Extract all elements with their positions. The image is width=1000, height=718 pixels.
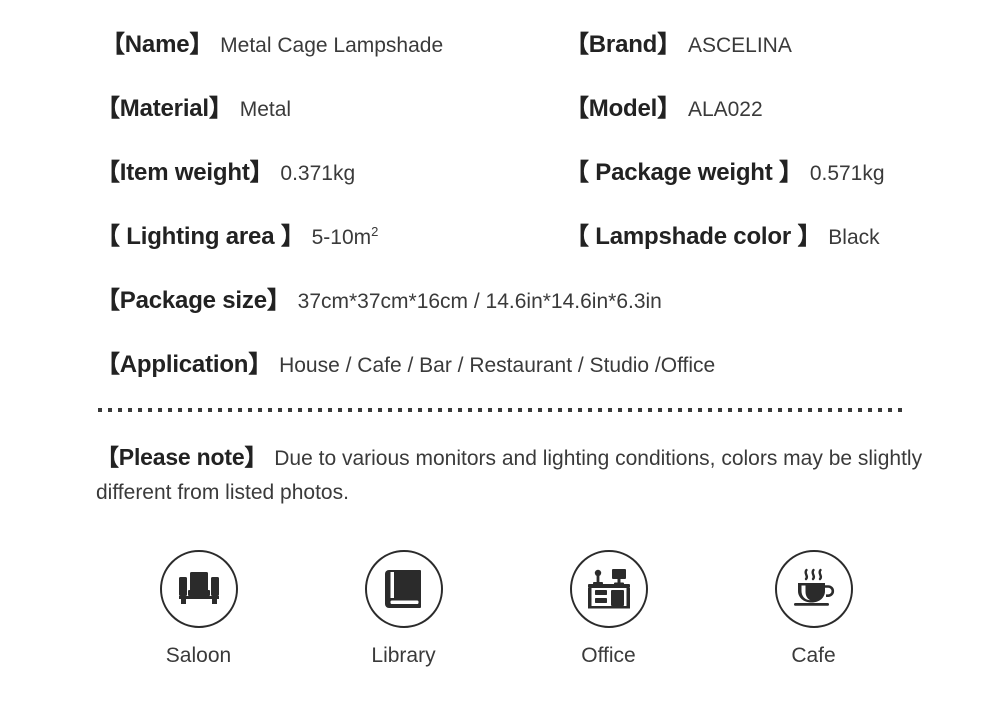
spec-item-lampshade-color: 【 Lampshade color 】 Black <box>565 216 916 251</box>
spec-value: Metal Cage Lampshade <box>220 34 444 57</box>
spec-value: ASCELINA <box>687 34 792 57</box>
badge-label: Office <box>581 644 636 667</box>
spec-item-name: 【Name】 Metal Cage Lampshade <box>96 24 565 59</box>
application-badges: Saloon Library Office Cafe <box>96 550 916 668</box>
spec-row: 【Application】 House / Cafe / Bar / Resta… <box>96 344 916 408</box>
product-spec-sheet: 【Name】 Metal Cage Lampshade 【Brand】 ASCE… <box>0 0 1000 718</box>
spec-value: 0.371kg <box>280 162 356 185</box>
spec-label: 【Name】 <box>101 31 214 58</box>
badge-circle <box>364 550 443 628</box>
book-icon <box>384 567 424 611</box>
square-meter-superscript: 2 <box>371 224 379 239</box>
spec-row: 【Name】 Metal Cage Lampshade 【Brand】 ASCE… <box>96 24 916 88</box>
spec-label: 【Material】 <box>96 95 233 122</box>
spec-label: 【 Package weight 】 <box>565 159 803 186</box>
spec-value: Metal <box>239 98 292 121</box>
desk-icon <box>586 567 632 611</box>
spec-item-model: 【Model】 ALA022 <box>565 88 916 123</box>
spec-item-lighting-area: 【 Lighting area 】 5-10m2 <box>96 216 565 251</box>
spec-row: 【 Lighting area 】 5-10m2 【 Lampshade col… <box>96 216 916 280</box>
badge-saloon: Saloon <box>96 550 301 668</box>
badge-label: Library <box>371 644 436 667</box>
spec-item-application: 【Application】 House / Cafe / Bar / Resta… <box>96 344 916 379</box>
spec-label: 【Model】 <box>565 95 681 122</box>
coffee-cup-icon <box>790 567 838 611</box>
please-note-label: 【Please note】 <box>96 444 268 470</box>
spec-item-brand: 【Brand】 ASCELINA <box>565 24 916 59</box>
spec-item-material: 【Material】 Metal <box>96 88 565 123</box>
spec-label: 【Application】 <box>96 351 273 378</box>
badge-office: Office <box>506 550 711 668</box>
spec-value: 37cm*37cm*16cm / 14.6in*14.6in*6.3in <box>297 290 662 313</box>
spec-value: 5-10m2 <box>311 224 379 249</box>
spec-value: ALA022 <box>687 98 763 121</box>
specification-grid: 【Name】 Metal Cage Lampshade 【Brand】 ASCE… <box>96 24 916 408</box>
spec-value: House / Cafe / Bar / Restaurant / Studio… <box>279 354 716 377</box>
spec-label: 【 Lighting area 】 <box>96 223 305 250</box>
badge-library: Library <box>301 550 506 668</box>
badge-label: Saloon <box>165 644 232 667</box>
badge-circle <box>159 550 238 628</box>
spec-row: 【Item weight】 0.371kg 【 Package weight 】… <box>96 152 916 216</box>
spec-value: 0.571kg <box>809 162 885 185</box>
spec-label: 【Item weight】 <box>96 159 274 186</box>
badge-label: Cafe <box>791 644 836 667</box>
badge-cafe: Cafe <box>711 550 916 668</box>
spec-row: 【Material】 Metal 【Model】 ALA022 <box>96 88 916 152</box>
spec-item-item-weight: 【Item weight】 0.371kg <box>96 152 565 187</box>
spec-item-package-size: 【Package size】 37cm*37cm*16cm / 14.6in*1… <box>96 280 916 315</box>
please-note-block: 【Please note】 Due to various monitors and… <box>96 440 926 510</box>
badge-circle <box>774 550 853 628</box>
spec-value: Black <box>828 226 880 249</box>
dotted-divider <box>98 408 908 412</box>
spec-label: 【Brand】 <box>565 31 681 58</box>
spec-label: 【Package size】 <box>96 287 291 314</box>
spec-label: 【 Lampshade color 】 <box>565 223 822 250</box>
spec-item-package-weight: 【 Package weight 】 0.571kg <box>565 152 916 187</box>
spec-row: 【Package size】 37cm*37cm*16cm / 14.6in*1… <box>96 280 916 344</box>
badge-circle <box>569 550 648 628</box>
sofa-icon <box>176 568 222 610</box>
